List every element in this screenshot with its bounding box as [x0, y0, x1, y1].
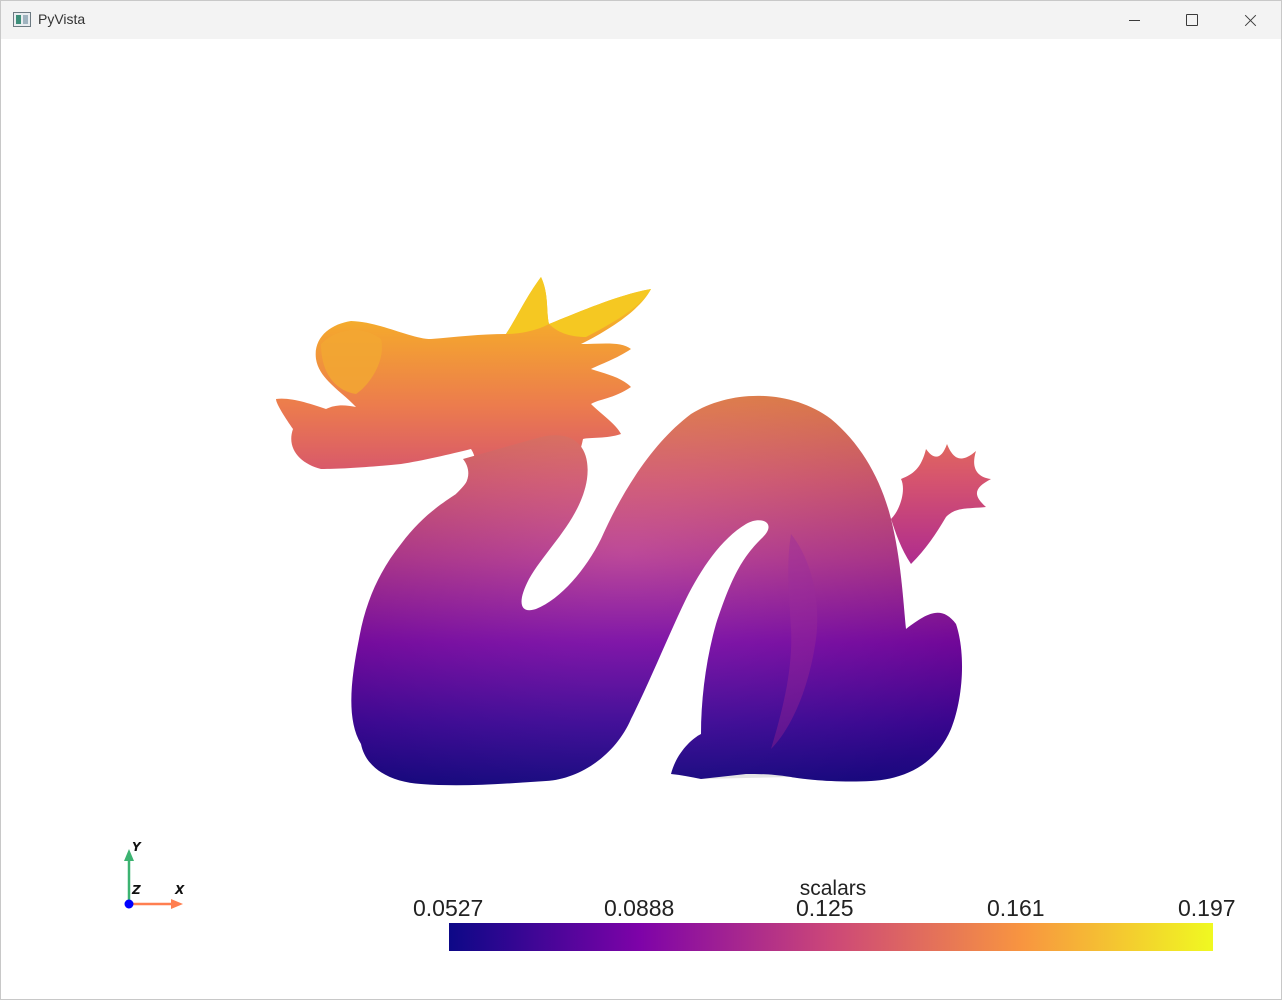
- maximize-icon: [1186, 14, 1198, 26]
- x-axis-label: X: [175, 883, 185, 897]
- z-axis-label: Z: [132, 883, 141, 897]
- scalar-bar-label: 0.197: [1178, 895, 1236, 921]
- scalar-bar-label: 0.161: [987, 895, 1045, 921]
- app-icon: [13, 12, 31, 27]
- minimize-icon: [1128, 19, 1140, 21]
- pyvista-window: PyVista Y Z X scalars 0.0527 0.0888 0.12…: [0, 0, 1282, 1000]
- dragon-body: [276, 277, 991, 786]
- close-icon: [1244, 14, 1257, 27]
- dragon-mesh[interactable]: [1, 39, 1281, 999]
- scalar-bar-label: 0.125: [796, 895, 854, 921]
- scalar-bar-gradient: [449, 923, 1213, 951]
- scalar-bar-label: 0.0527: [413, 895, 484, 921]
- render-viewport[interactable]: Y Z X scalars 0.0527 0.0888 0.125 0.161 …: [1, 39, 1281, 999]
- close-button[interactable]: [1221, 1, 1279, 39]
- title-bar[interactable]: PyVista: [1, 1, 1281, 39]
- orientation-axes-widget: [124, 849, 183, 909]
- minimize-button[interactable]: [1105, 1, 1163, 39]
- window-title: PyVista: [38, 11, 86, 27]
- maximize-button[interactable]: [1163, 1, 1221, 39]
- scalar-bar-label: 0.0888: [604, 895, 675, 921]
- y-axis-label: Y: [132, 840, 141, 854]
